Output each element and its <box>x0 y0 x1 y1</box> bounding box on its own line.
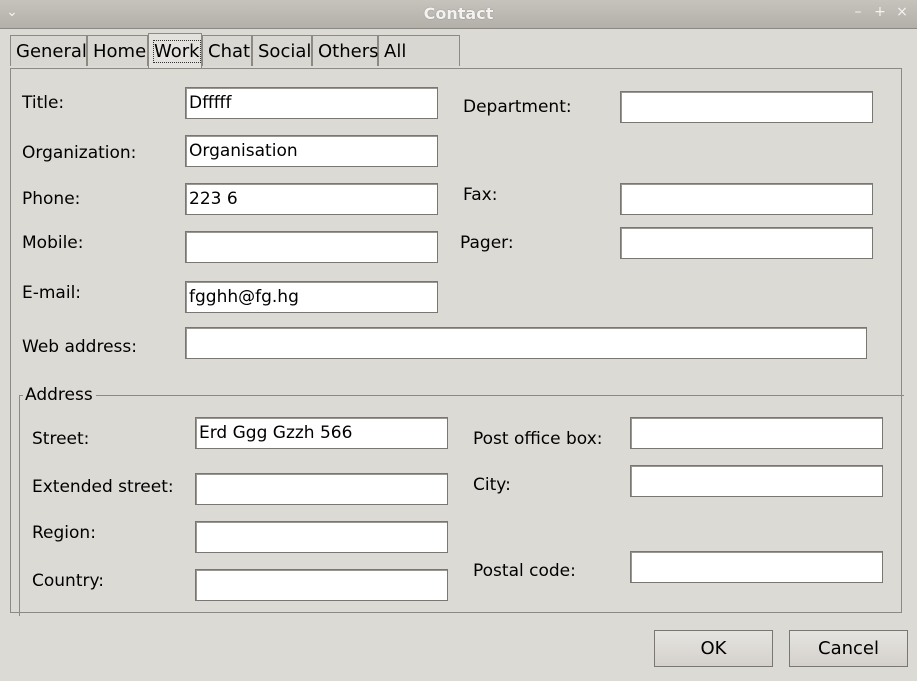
city-field[interactable] <box>630 465 883 497</box>
post-office-box-field[interactable] <box>630 417 883 449</box>
tab-work[interactable]: Work <box>148 33 202 68</box>
window-title: Contact <box>423 4 494 23</box>
tab-chat[interactable]: Chat <box>202 35 252 66</box>
tab-label: Work <box>153 40 201 63</box>
tab-label: Home <box>93 41 147 62</box>
country-field[interactable] <box>195 569 448 601</box>
address-group-title: Address <box>23 385 96 405</box>
email-label: E-mail: <box>22 283 82 303</box>
extended-street-label: Extended street: <box>32 477 174 497</box>
country-label: Country: <box>32 571 105 591</box>
organization-label: Organization: <box>22 143 137 163</box>
tab-home[interactable]: Home <box>87 35 148 66</box>
maximize-icon[interactable]: + <box>872 4 888 20</box>
email-field[interactable] <box>185 281 438 313</box>
tab-all-fields[interactable]: All fields <box>378 35 460 93</box>
close-icon[interactable]: × <box>894 4 910 20</box>
street-field[interactable] <box>195 417 448 449</box>
extended-street-field[interactable] <box>195 473 448 505</box>
pager-field[interactable] <box>620 227 873 259</box>
work-tab-panel: Title: Department: Organization: Phone: … <box>10 68 904 616</box>
organization-field[interactable] <box>185 135 438 167</box>
region-label: Region: <box>32 523 96 543</box>
fax-field[interactable] <box>620 183 873 215</box>
cancel-button[interactable]: Cancel <box>789 630 908 667</box>
phone-field[interactable] <box>185 183 438 215</box>
fax-label: Fax: <box>463 185 498 205</box>
post-office-box-label: Post office box: <box>473 429 603 449</box>
tab-label: Others <box>318 41 379 62</box>
window-titlebar[interactable]: ⌄ Contact – + × <box>0 0 917 29</box>
pager-label: Pager: <box>460 233 514 253</box>
department-label: Department: <box>463 97 572 117</box>
minimize-icon[interactable]: – <box>850 4 866 20</box>
title-field[interactable] <box>185 87 438 119</box>
tab-label: Chat <box>208 41 251 62</box>
mobile-label: Mobile: <box>22 233 84 253</box>
title-label: Title: <box>22 93 65 113</box>
tab-general[interactable]: General <box>10 35 87 66</box>
mobile-field[interactable] <box>185 231 438 263</box>
tab-social[interactable]: Social <box>252 35 312 66</box>
city-label: City: <box>473 475 511 495</box>
region-field[interactable] <box>195 521 448 553</box>
phone-label: Phone: <box>22 189 81 209</box>
department-field[interactable] <box>620 91 873 123</box>
street-label: Street: <box>32 429 90 449</box>
ok-button[interactable]: OK <box>654 630 773 667</box>
postal-code-field[interactable] <box>630 551 883 583</box>
web-address-field[interactable] <box>185 327 867 359</box>
tab-label: Social <box>258 41 312 62</box>
tab-others[interactable]: Others <box>312 35 379 66</box>
web-address-label: Web address: <box>22 337 137 357</box>
postal-code-label: Postal code: <box>473 561 576 581</box>
tab-label: General <box>16 41 87 62</box>
